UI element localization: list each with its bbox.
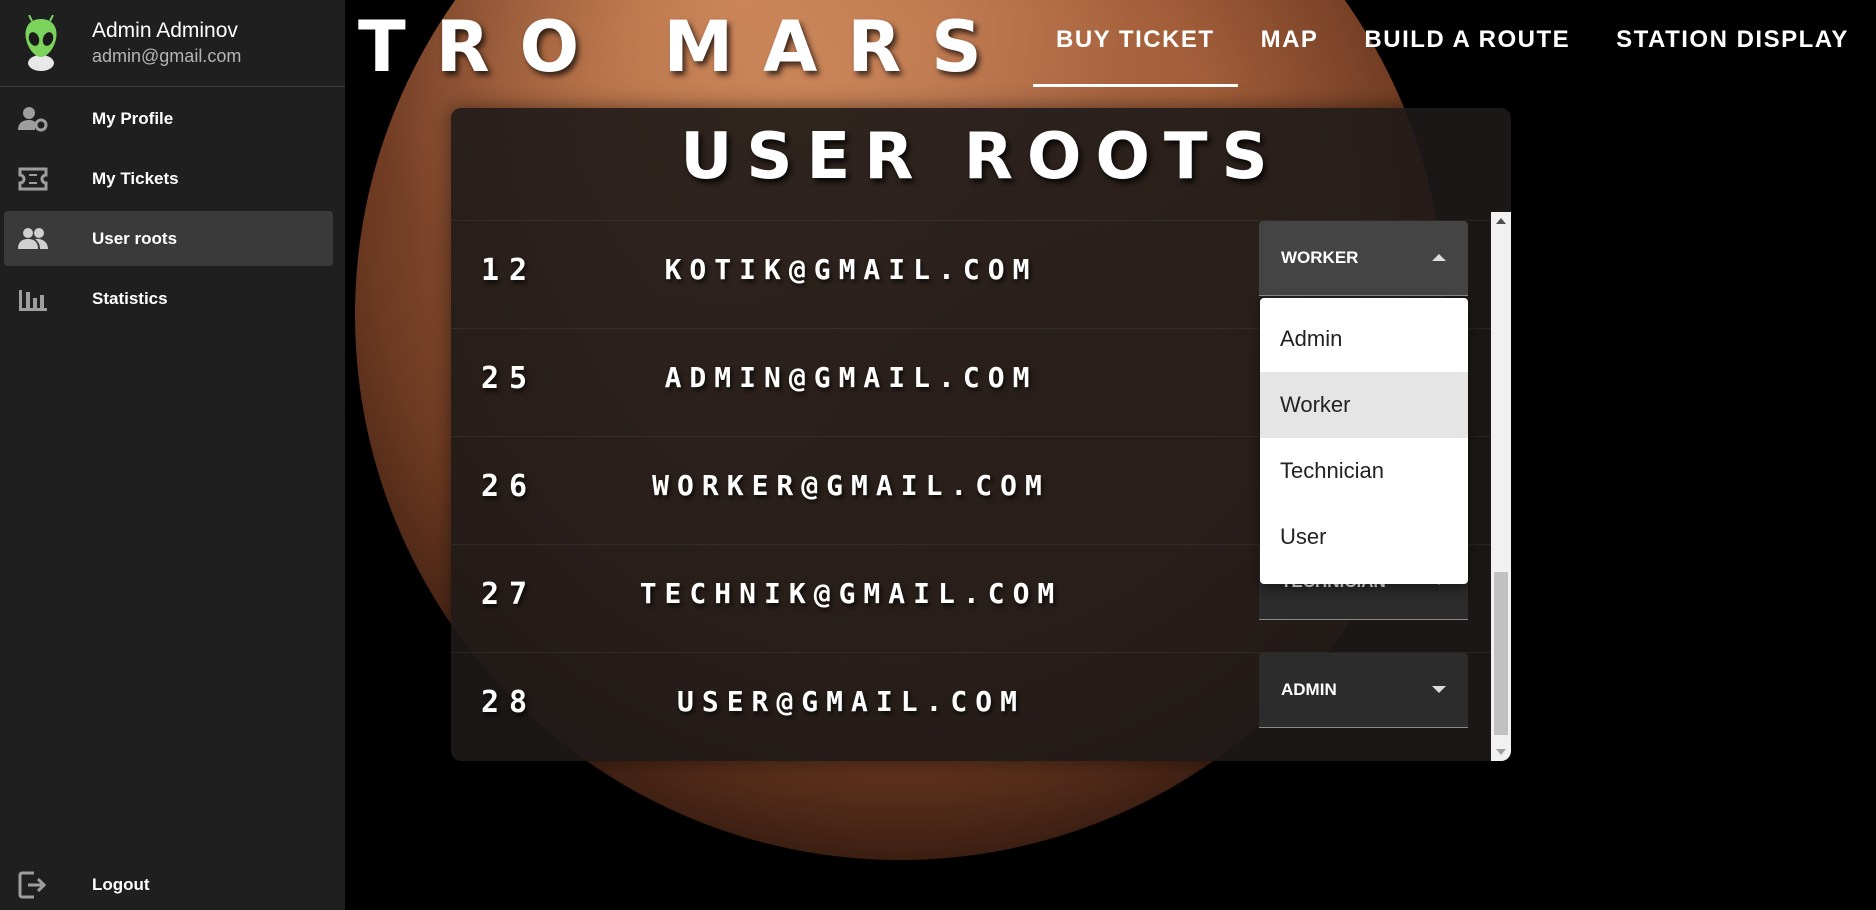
user-header: Admin Adminov admin@gmail.com	[0, 0, 345, 87]
user-name: Admin Adminov	[92, 19, 238, 42]
app-logo[interactable]: TRO MARS	[358, 6, 1012, 88]
sidebar-nav: My Profile My Tickets User roots Statist…	[0, 87, 345, 326]
bar-chart-icon	[17, 285, 49, 313]
sidebar-item-label: Statistics	[92, 288, 168, 308]
user-id: 26	[481, 469, 538, 504]
user-email-cell: WORKER@GMAIL.COM	[652, 469, 1050, 502]
logout-icon	[17, 871, 49, 899]
role-value: ADMIN	[1281, 680, 1337, 699]
user-id: 12	[481, 253, 538, 288]
user-email-cell: TECHNIK@GMAIL.COM	[639, 577, 1063, 610]
nav-station-display[interactable]: STATION DISPLAY	[1593, 0, 1872, 87]
sidebar-item-user-roots[interactable]: User roots	[4, 211, 333, 266]
nav-map[interactable]: MAP	[1238, 0, 1342, 87]
menu-item-admin[interactable]: Admin	[1260, 306, 1468, 372]
alien-icon	[25, 15, 57, 71]
logout-button[interactable]: Logout	[4, 860, 333, 910]
user-email-cell: ADMIN@GMAIL.COM	[664, 361, 1038, 394]
nav-buy-ticket[interactable]: BUY TICKET	[1033, 0, 1238, 87]
users-icon	[17, 225, 49, 253]
user-id: 25	[481, 361, 538, 396]
role-select[interactable]: WORKER	[1259, 221, 1468, 296]
role-dropdown-menu: Admin Worker Technician User	[1260, 298, 1468, 584]
user-id: 28	[481, 685, 538, 720]
menu-item-worker[interactable]: Worker	[1260, 372, 1468, 438]
scroll-down-arrow-icon[interactable]	[1496, 749, 1506, 755]
user-email-cell: USER@GMAIL.COM	[676, 685, 1025, 718]
scrollbar[interactable]	[1491, 212, 1511, 761]
sidebar: Admin Adminov admin@gmail.com My Profile…	[0, 0, 345, 910]
top-nav: BUY TICKET MAP BUILD A ROUTE STATION DIS…	[1033, 0, 1872, 87]
role-select[interactable]: ADMIN	[1259, 653, 1468, 728]
user-id: 27	[481, 577, 538, 612]
sidebar-item-statistics[interactable]: Statistics	[4, 271, 333, 326]
scroll-up-arrow-icon[interactable]	[1496, 218, 1506, 224]
alien-avatar	[20, 15, 62, 71]
nav-build-route[interactable]: BUILD A ROUTE	[1341, 0, 1593, 87]
caret-down-icon	[1432, 686, 1446, 693]
app-root: Admin Adminov admin@gmail.com My Profile…	[0, 0, 1876, 910]
sidebar-item-label: My Profile	[92, 108, 174, 128]
sidebar-item-label: My Tickets	[92, 168, 179, 188]
user-email: admin@gmail.com	[92, 46, 242, 66]
ticket-icon	[17, 165, 49, 193]
menu-item-user[interactable]: User	[1260, 504, 1468, 570]
sidebar-item-my-tickets[interactable]: My Tickets	[4, 151, 333, 206]
page-title: USER ROOTS	[680, 120, 1282, 194]
user-cog-icon	[17, 105, 49, 133]
sidebar-item-label: User roots	[92, 228, 178, 248]
sidebar-item-my-profile[interactable]: My Profile	[4, 91, 333, 146]
role-value: WORKER	[1281, 248, 1359, 267]
scrollbar-thumb[interactable]	[1494, 572, 1508, 735]
menu-item-technician[interactable]: Technician	[1260, 438, 1468, 504]
user-email-cell: KOTIK@GMAIL.COM	[664, 253, 1038, 286]
logout-label: Logout	[92, 875, 150, 894]
user-row: 28 USER@GMAIL.COM ADMIN	[451, 652, 1491, 760]
caret-up-icon	[1432, 254, 1446, 261]
